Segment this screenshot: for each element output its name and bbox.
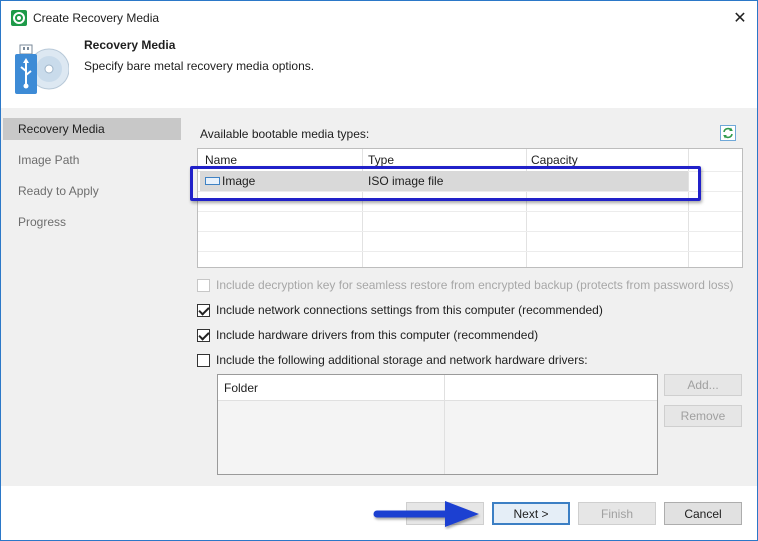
add-folder-button[interactable]: Add... bbox=[664, 374, 742, 396]
nav-item-progress[interactable]: Progress bbox=[3, 211, 181, 233]
content-panel: Available bootable media types: Name Typ… bbox=[183, 108, 757, 486]
create-recovery-media-dialog: Create Recovery Media ✕ Recovery Media S… bbox=[0, 0, 758, 541]
decryption-key-checkbox bbox=[197, 278, 210, 292]
window-title: Create Recovery Media bbox=[33, 11, 160, 25]
row-divider bbox=[198, 211, 742, 212]
additional-drivers-checkbox[interactable] bbox=[197, 353, 210, 367]
title-bar: Create Recovery Media ✕ bbox=[1, 1, 757, 35]
column-header-type[interactable]: Type bbox=[368, 153, 394, 167]
nav-item-ready-to-apply[interactable]: Ready to Apply bbox=[3, 180, 181, 202]
cancel-button[interactable]: Cancel bbox=[664, 502, 742, 525]
wizard-steps-nav: Recovery Media Image Path Ready to Apply… bbox=[1, 108, 183, 486]
remove-folder-button[interactable]: Remove bbox=[664, 405, 742, 427]
next-button[interactable]: Next > bbox=[492, 502, 570, 525]
close-button[interactable]: ✕ bbox=[723, 3, 757, 33]
refresh-icon[interactable] bbox=[720, 125, 736, 141]
header-subtitle: Specify bare metal recovery media option… bbox=[84, 59, 315, 73]
option-label: Include network connections settings fro… bbox=[216, 303, 603, 317]
wizard-header: Recovery Media Specify bare metal recove… bbox=[1, 35, 757, 108]
option-include-hardware-drivers[interactable]: Include hardware drivers from this compu… bbox=[197, 327, 538, 343]
nav-item-recovery-media[interactable]: Recovery Media bbox=[3, 118, 181, 140]
header-title: Recovery Media bbox=[84, 38, 176, 52]
check-icon bbox=[198, 328, 210, 341]
network-settings-checkbox[interactable] bbox=[197, 303, 210, 317]
column-header-capacity[interactable]: Capacity bbox=[531, 153, 578, 167]
option-label: Include hardware drivers from this compu… bbox=[216, 328, 539, 342]
finish-button[interactable]: Finish bbox=[578, 502, 656, 525]
folder-table-header: Folder bbox=[218, 375, 657, 401]
option-include-network-settings[interactable]: Include network connections settings fro… bbox=[197, 302, 603, 318]
option-include-decryption-key: Include decryption key for seamless rest… bbox=[197, 277, 734, 293]
column-divider bbox=[444, 375, 445, 474]
check-icon bbox=[198, 303, 210, 316]
nav-item-image-path[interactable]: Image Path bbox=[3, 149, 181, 171]
option-label: Include decryption key for seamless rest… bbox=[216, 278, 734, 292]
close-icon: ✕ bbox=[733, 10, 747, 27]
hardware-drivers-checkbox[interactable] bbox=[197, 328, 210, 342]
row-divider bbox=[198, 231, 742, 232]
column-header-folder[interactable]: Folder bbox=[224, 381, 258, 395]
usb-disc-icon bbox=[15, 44, 69, 94]
option-label: Include the following additional storage… bbox=[216, 353, 588, 367]
drivers-folder-table[interactable]: Folder bbox=[217, 374, 658, 475]
available-media-label: Available bootable media types: bbox=[200, 127, 370, 141]
column-header-name[interactable]: Name bbox=[205, 153, 237, 167]
option-include-additional-drivers[interactable]: Include the following additional storage… bbox=[197, 352, 588, 368]
folder-table-body bbox=[218, 401, 657, 474]
highlight-annotation-box bbox=[190, 166, 701, 201]
app-logo-icon bbox=[11, 10, 27, 26]
arrow-annotation-icon bbox=[373, 501, 479, 527]
row-divider bbox=[198, 251, 742, 252]
